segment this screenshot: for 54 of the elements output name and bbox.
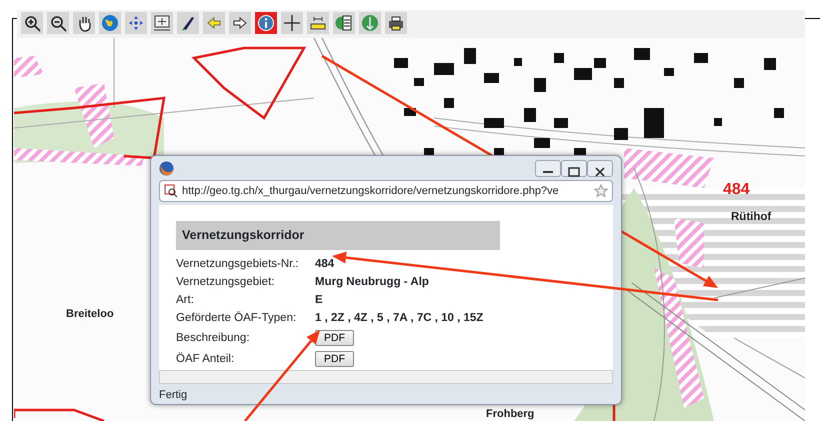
close-icon: [595, 167, 605, 178]
pen-icon: [179, 14, 197, 32]
horizontal-scrollbar[interactable]: [159, 370, 613, 384]
toolbar-button[interactable]: [385, 12, 407, 34]
toolbar-button[interactable]: [333, 12, 355, 34]
toolbar-button[interactable]: [281, 12, 303, 34]
info-icon: [257, 14, 275, 32]
zoom-in-icon: [23, 14, 41, 32]
crosshair-icon: [283, 14, 301, 32]
left-arrow-icon: [205, 14, 223, 32]
close-button[interactable]: [587, 160, 613, 176]
field-label: Beschreibung:: [176, 330, 251, 346]
field-label: Vernetzungsgebiets-Nr.:: [176, 257, 300, 272]
toolbar-button[interactable]: [73, 12, 95, 34]
map-label: Breiteloo: [66, 308, 114, 320]
maximize-button[interactable]: [561, 160, 587, 176]
printer-icon: [387, 14, 405, 32]
map-label: 484: [723, 181, 750, 198]
field-value: E: [315, 293, 323, 308]
url-text: http://geo.tg.ch/x_thurgau/vernetzungskorridore/vernetzungskorridore.php?ve: [182, 184, 560, 199]
minimize-button[interactable]: [535, 160, 561, 176]
browser-logo-icon: [159, 160, 174, 176]
map-label: Frohberg: [486, 408, 534, 420]
monitor-icon: [153, 14, 171, 32]
ruler-icon: [309, 14, 327, 32]
field-label: Vernetzungsgebiet:: [176, 275, 276, 290]
toolbar-button[interactable]: [47, 12, 69, 34]
right-arrow-icon: [231, 14, 249, 32]
status-text: Fertig: [158, 388, 188, 403]
field-label: Geförderte ÖAF-Typen:: [176, 310, 298, 326]
toolbar-button[interactable]: [307, 12, 329, 34]
address-bar[interactable]: http://geo.tg.ch/x_thurgau/vernetzungskorridore/vernetzungskorridore.php?ve: [159, 180, 613, 202]
globe-icon: [101, 14, 119, 32]
layers-icon: [335, 14, 353, 32]
map-label: Rütihof: [731, 211, 772, 223]
field-label: ÖAF Anteil:: [176, 351, 236, 367]
maximize-icon: [568, 167, 580, 178]
toolbar-button[interactable]: [21, 12, 43, 34]
toolbar-button[interactable]: [177, 12, 199, 34]
zoom-out-icon: [49, 14, 67, 32]
field-label: Art:: [176, 293, 195, 308]
toolbar-button[interactable]: [151, 12, 173, 34]
field-value: 1 , 2Z , 4Z , 5 , 7A , 7C , 10 , 15Z: [315, 311, 484, 326]
page-icon: [164, 184, 178, 198]
pdf-button[interactable]: PDF: [315, 351, 354, 368]
pdf-button[interactable]: PDF: [315, 330, 354, 346]
star-icon[interactable]: [594, 184, 608, 198]
arrows-icon: [127, 14, 145, 32]
toolbar-button[interactable]: [229, 12, 251, 34]
field-value: Murg Neubrugg - Alp: [315, 275, 429, 290]
field-value: 484: [315, 257, 334, 272]
globe-icon: [361, 14, 379, 32]
section-heading: Vernetzungskorridor: [176, 221, 500, 250]
minimize-icon: [543, 171, 553, 174]
